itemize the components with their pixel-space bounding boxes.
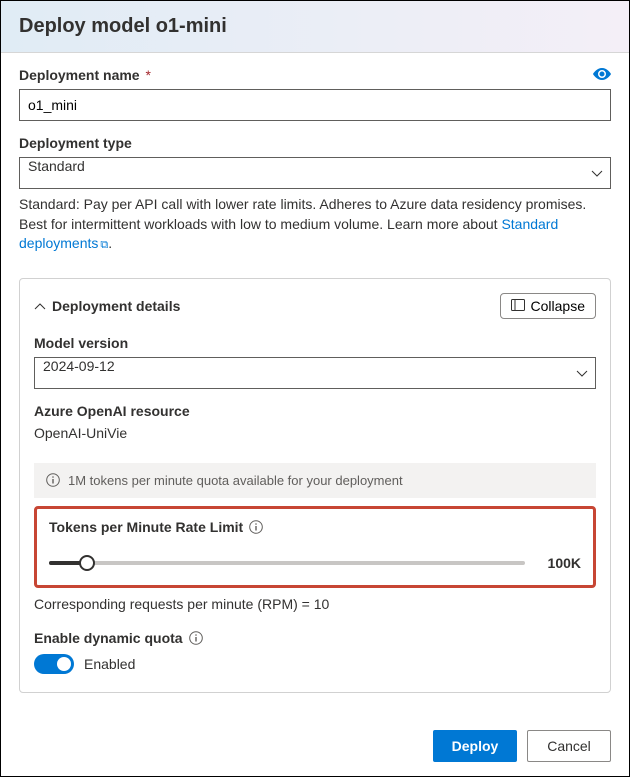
cancel-button[interactable]: Cancel <box>527 730 611 762</box>
model-version-label: Model version <box>34 335 596 351</box>
dynamic-quota-field: Enable dynamic quota Enabled <box>34 630 596 674</box>
rate-limit-value: 100K <box>539 555 581 571</box>
model-version-field: Model version 2024-09-12 <box>34 335 596 389</box>
deployment-name-label: Deployment name <box>19 67 140 83</box>
visibility-icon[interactable] <box>593 67 611 83</box>
deployment-name-input[interactable] <box>19 89 611 121</box>
dialog-content: Deployment name * Deployment type Standa… <box>1 53 629 716</box>
details-title: Deployment details <box>52 298 180 314</box>
deploy-button[interactable]: Deploy <box>433 730 517 762</box>
collapse-button[interactable]: Collapse <box>500 293 596 319</box>
model-version-select[interactable]: 2024-09-12 <box>34 357 596 389</box>
deployment-details-card: Deployment details Collapse Model versio… <box>19 278 611 693</box>
rpm-text: Corresponding requests per minute (RPM) … <box>34 596 596 612</box>
dialog-footer: Deploy Cancel <box>1 716 629 776</box>
external-link-icon: ⧉ <box>100 239 108 251</box>
dialog-header: Deploy model o1-mini <box>1 1 629 53</box>
dynamic-quota-label: Enable dynamic quota <box>34 630 183 646</box>
deployment-type-select[interactable]: Standard <box>19 157 611 189</box>
toggle-status: Enabled <box>84 656 135 672</box>
required-indicator: * <box>145 67 150 83</box>
info-icon[interactable] <box>189 631 203 645</box>
rate-limit-slider[interactable] <box>49 561 525 565</box>
quota-banner: 1M tokens per minute quota available for… <box>34 463 596 498</box>
deployment-type-help: Standard: Pay per API call with lower ra… <box>19 195 611 254</box>
resource-label: Azure OpenAI resource <box>34 403 596 419</box>
slider-thumb[interactable] <box>79 555 95 571</box>
dialog-title: Deploy model o1-mini <box>19 15 611 38</box>
deployment-type-label: Deployment type <box>19 135 132 151</box>
collapse-icon <box>511 298 525 314</box>
deployment-type-field: Deployment type Standard Standard: Pay p… <box>19 135 611 254</box>
resource-value: OpenAI-UniVie <box>34 425 596 441</box>
info-icon <box>46 473 60 487</box>
info-icon[interactable] <box>249 520 263 534</box>
rate-limit-label: Tokens per Minute Rate Limit <box>49 519 243 535</box>
resource-field: Azure OpenAI resource OpenAI-UniVie <box>34 403 596 441</box>
dynamic-quota-toggle[interactable] <box>34 654 74 674</box>
deployment-name-field: Deployment name * <box>19 67 611 121</box>
chevron-up-icon <box>34 298 46 314</box>
rate-limit-highlight: Tokens per Minute Rate Limit 100K <box>34 506 596 588</box>
